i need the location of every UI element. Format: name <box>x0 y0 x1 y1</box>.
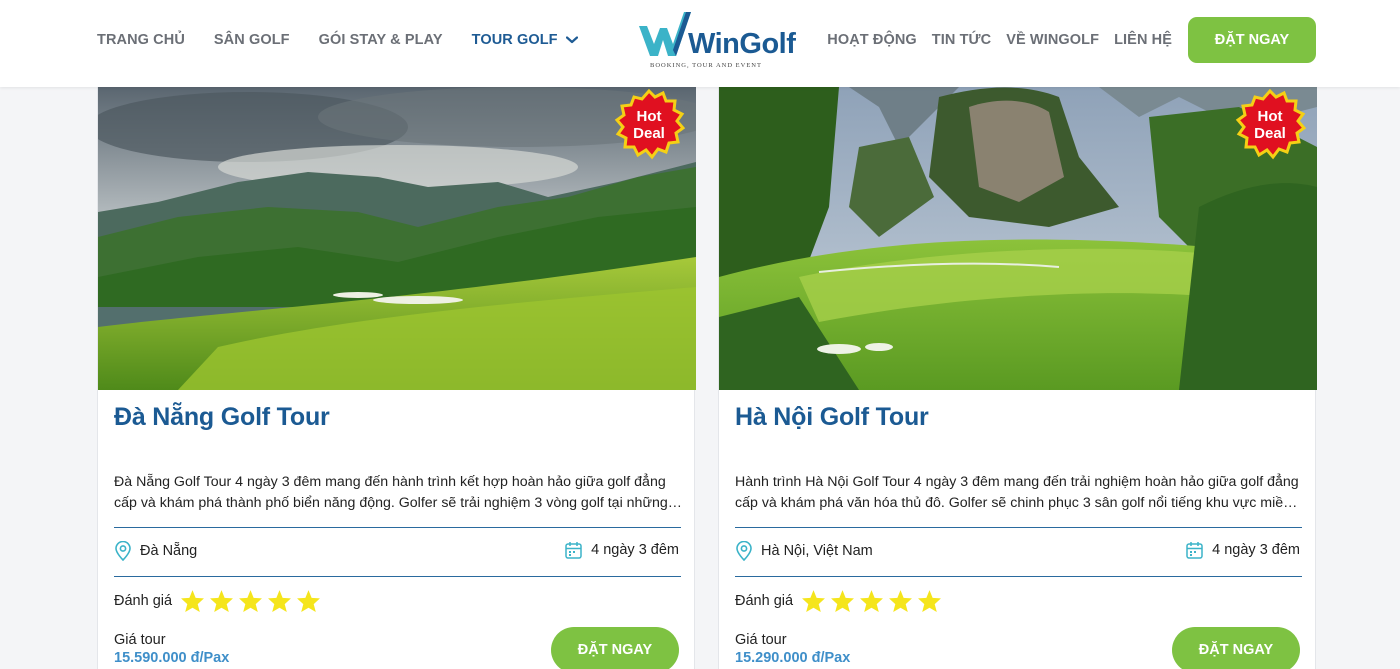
price-value: 15.590.000 đ/Pax <box>114 650 230 666</box>
tour-card-da-nang: Hot Deal Đà Nẵng Golf Tour Đà Nẵng Golf T… <box>97 87 696 669</box>
tour-location: Đà Nẵng <box>114 541 197 561</box>
nav-lien-he[interactable]: LIÊN HỆ <box>1114 30 1172 50</box>
star-icon <box>268 590 292 612</box>
hot-deal-badge: Hot Deal <box>613 89 685 161</box>
nav-left: TRANG CHỦ SÂN GOLF GÓI STAY & PLAY TOUR … <box>97 30 607 50</box>
tour-duration-text: 4 ngày 3 đêm <box>591 542 679 558</box>
star-icon <box>860 590 884 612</box>
logo-w-mark <box>639 12 691 56</box>
badge-line1: Hot <box>636 108 662 125</box>
tour-rating: Đánh giá <box>735 589 946 613</box>
tour-duration: 4 ngày 3 đêm <box>565 541 679 559</box>
logo-tagline: BOOKING, TOUR AND EVENT <box>650 62 762 69</box>
nav-hoat-dong[interactable]: HOẠT ĐỘNG <box>827 30 917 50</box>
price-label: Giá tour <box>114 632 166 648</box>
nav-tour-golf[interactable]: TOUR GOLF <box>472 30 578 50</box>
badge-line1: Hot <box>1257 108 1283 125</box>
rating-label: Đánh giá <box>114 593 173 609</box>
star-icon <box>831 590 855 612</box>
tour-rating: Đánh giá <box>114 589 325 613</box>
location-pin-icon <box>736 541 752 561</box>
tour-title[interactable]: Hà Nội Golf Tour <box>735 403 929 432</box>
nav-san-golf[interactable]: SÂN GOLF <box>214 30 290 50</box>
star-icon <box>297 590 321 612</box>
divider <box>735 576 1302 577</box>
rating-label: Đánh giá <box>735 593 794 609</box>
book-now-button[interactable]: ĐẶT NGAY <box>1172 627 1300 669</box>
logo-wordmark: WinGolf <box>688 28 796 60</box>
nav-tin-tuc[interactable]: TIN TỨC <box>932 30 991 50</box>
nav-trang-chu[interactable]: TRANG CHỦ <box>97 30 185 50</box>
hot-deal-badge: Hot Deal <box>1234 89 1306 161</box>
tour-duration: 4 ngày 3 đêm <box>1186 541 1300 559</box>
tour-location-text: Hà Nội, Việt Nam <box>761 543 873 559</box>
star-icon <box>210 590 234 612</box>
divider <box>735 527 1302 528</box>
site-header: TRANG CHỦ SÂN GOLF GÓI STAY & PLAY TOUR … <box>0 0 1400 87</box>
badge-line2: Deal <box>1254 125 1286 142</box>
calendar-icon <box>1186 542 1203 559</box>
star-icon <box>181 590 205 612</box>
divider <box>114 527 681 528</box>
tour-description: Hành trình Hà Nội Golf Tour 4 ngày 3 đêm… <box>735 474 1299 511</box>
calendar-icon <box>565 542 582 559</box>
tour-location: Hà Nội, Việt Nam <box>735 541 873 561</box>
star-icon <box>889 590 913 612</box>
tour-title[interactable]: Đà Nẵng Golf Tour <box>114 403 330 432</box>
nav-ve-wingolf[interactable]: VỀ WINGOLF <box>1006 30 1099 50</box>
location-pin-icon <box>115 541 131 561</box>
nav-goi-stay-play[interactable]: GÓI STAY & PLAY <box>319 30 443 50</box>
tour-duration-text: 4 ngày 3 đêm <box>1212 542 1300 558</box>
price-value: 15.290.000 đ/Pax <box>735 650 851 666</box>
chevron-down-icon <box>565 36 578 44</box>
price-label: Giá tour <box>735 632 787 648</box>
book-now-button[interactable]: ĐẶT NGAY <box>551 627 679 669</box>
tour-location-text: Đà Nẵng <box>140 543 198 559</box>
header-book-button[interactable]: ĐẶT NGAY <box>1188 17 1316 63</box>
nav-tour-golf-label: TOUR GOLF <box>471 32 558 48</box>
badge-line2: Deal <box>633 125 665 142</box>
star-icon <box>918 590 942 612</box>
tour-image-da-nang[interactable]: Hot Deal <box>98 87 696 390</box>
wingolf-logo[interactable]: WinGolf BOOKING, TOUR AND EVENT <box>636 10 796 72</box>
divider <box>114 576 681 577</box>
nav-right: HOẠT ĐỘNG TIN TỨC VỀ WINGOLF LIÊN HỆ <box>812 30 1172 50</box>
star-icon <box>239 590 263 612</box>
star-icon <box>802 590 826 612</box>
tour-card-ha-noi: Hot Deal Hà Nội Golf Tour Hành trình Hà N… <box>718 87 1317 669</box>
tour-image-ha-noi[interactable]: Hot Deal <box>719 87 1317 390</box>
tour-description: Đà Nẵng Golf Tour 4 ngày 3 đêm mang đến … <box>114 474 668 511</box>
